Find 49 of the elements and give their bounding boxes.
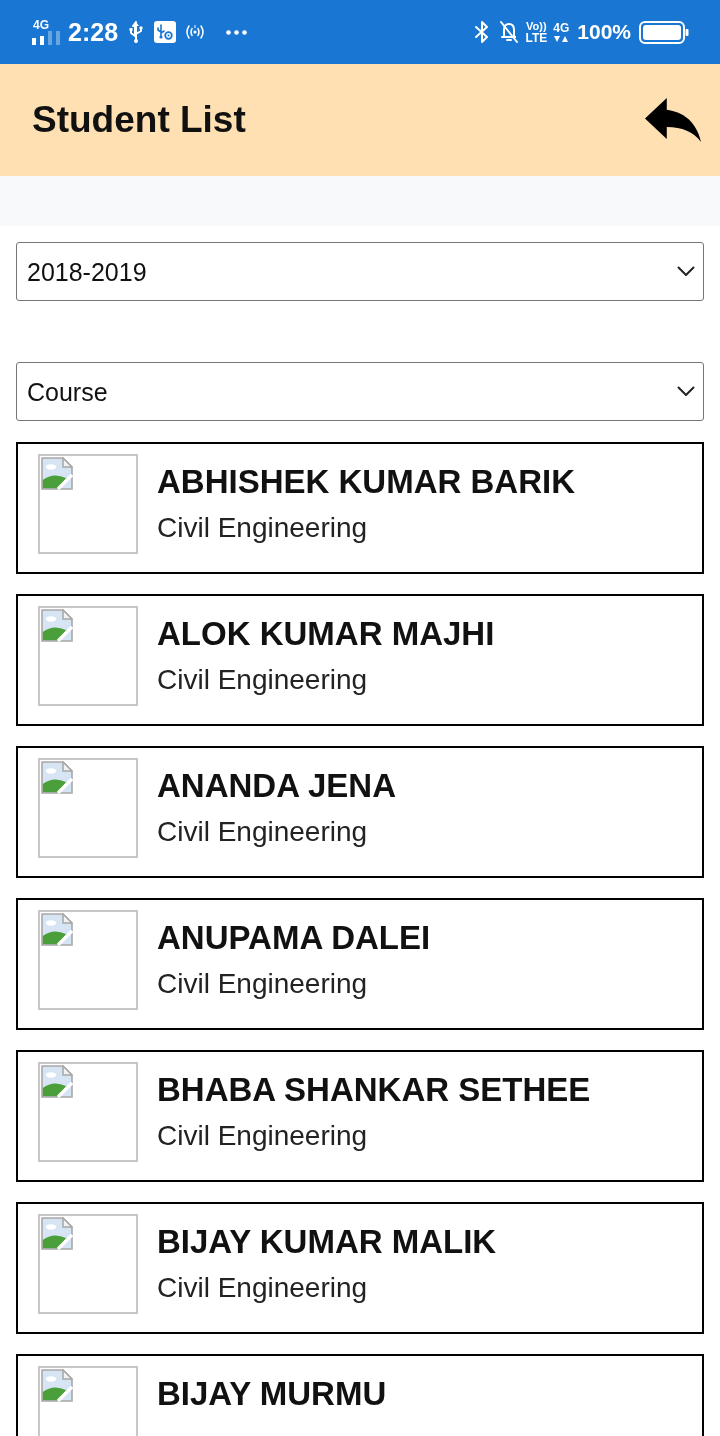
student-name: BHABA SHANKAR SETHEE — [157, 1071, 591, 1109]
student-course: Civil Engineering — [157, 665, 369, 695]
student-name: ANANDA JENA — [157, 767, 396, 805]
usb-gear-icon — [154, 21, 177, 43]
back-button[interactable] — [645, 98, 701, 142]
student-name: ANUPAMA DALEI — [157, 919, 431, 957]
student-course: Civil Engineering — [157, 817, 369, 847]
dropdown[interactable]: Course — [16, 362, 704, 421]
usb-icon — [128, 21, 145, 43]
student-course: Civil Engineering — [157, 1121, 369, 1151]
back-arrow-icon — [645, 98, 701, 142]
bell-off-icon — [499, 20, 520, 44]
student-course: Civil Engineering — [157, 1273, 369, 1303]
more-icon[interactable] — [226, 29, 248, 35]
broken-image-icon — [41, 609, 73, 642]
student-name: BIJAY MURMU — [157, 1375, 387, 1413]
broken-image-icon — [41, 1217, 73, 1250]
broken-image-icon — [41, 913, 73, 946]
chevron-down-icon — [677, 266, 695, 277]
broken-image-icon — [41, 761, 73, 794]
broken-image-icon — [41, 1369, 73, 1402]
student-card[interactable]: ALOK KUMAR MAJHI Civil Engineering — [16, 594, 704, 726]
student-course: Civil Engineering — [157, 969, 369, 999]
student-name: BIJAY KUMAR MALIK — [157, 1223, 497, 1261]
broken-image-icon — [41, 457, 73, 490]
hotspot-icon — [184, 24, 207, 40]
student-card[interactable]: ANANDA JENA Civil Engineering — [16, 746, 704, 878]
student-card[interactable]: BIJAY KUMAR MALIK Civil Engineering — [16, 1202, 704, 1334]
student-card[interactable]: ANUPAMA DALEI Civil Engineering — [16, 898, 704, 1030]
chevron-down-icon — [677, 386, 695, 397]
bluetooth-icon — [474, 20, 491, 44]
student-card[interactable]: BHABA SHANKAR SETHEE Civil Engineering — [16, 1050, 704, 1182]
dropdown[interactable]: 2018-2019 — [16, 242, 704, 301]
battery-percent: 100% — [577, 19, 631, 45]
student-card[interactable]: BIJAY MURMU — [16, 1354, 704, 1436]
student-name: ALOK KUMAR MAJHI — [157, 615, 495, 653]
broken-image-icon — [41, 1065, 73, 1098]
battery-icon — [639, 20, 689, 44]
network-type-label: 4G — [33, 19, 49, 31]
data-arrows-icon — [554, 34, 569, 43]
volte-label: Vo)) — [526, 20, 547, 32]
signal-icon — [32, 31, 60, 45]
page-title: Student List — [32, 98, 246, 142]
student-course: Civil Engineering — [157, 513, 369, 543]
clock-time: 2:28 — [68, 17, 119, 47]
student-card[interactable]: ABHISHEK KUMAR BARIK Civil Engineering — [16, 442, 704, 574]
student-name: ABHISHEK KUMAR BARIK — [157, 463, 575, 501]
lte-label: LTE — [525, 31, 548, 44]
data-type-label: 4G — [553, 21, 570, 34]
